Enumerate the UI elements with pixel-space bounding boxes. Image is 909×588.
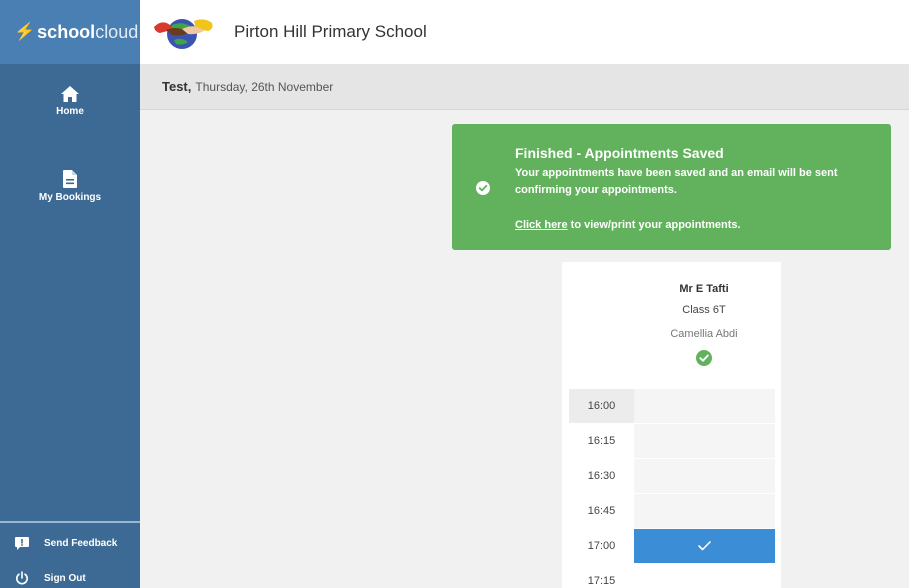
slot-time: 17:15 bbox=[587, 575, 616, 587]
send-feedback-label: Send Feedback bbox=[44, 538, 118, 549]
slot-time: 16:30 bbox=[587, 470, 616, 482]
success-alert: Finished - Appointments Saved Your appoi… bbox=[452, 124, 891, 250]
slot-cell[interactable] bbox=[634, 564, 775, 588]
child-name: Camellia Abdi bbox=[670, 328, 738, 340]
time-slot-row: 16:30 bbox=[569, 459, 775, 494]
time-slot-row: 16:15 bbox=[569, 424, 775, 459]
schedule-card: Mr E Tafti Class 6T Camellia Abdi 16:00 … bbox=[562, 262, 781, 588]
slot-cell[interactable] bbox=[634, 494, 775, 528]
check-circle-icon bbox=[476, 181, 490, 195]
sidebar: ⚡ school cloud Home My Bookings Send Feed… bbox=[0, 0, 140, 588]
bolt-icon: ⚡ bbox=[14, 22, 36, 41]
time-slot-row: 17:15 bbox=[569, 564, 775, 588]
schoolcloud-logo[interactable]: ⚡ school cloud bbox=[0, 0, 140, 64]
brand-text-school: school bbox=[37, 21, 96, 42]
nav-home[interactable]: Home bbox=[0, 86, 140, 117]
check-circle-icon bbox=[696, 350, 712, 366]
slot-cell[interactable] bbox=[634, 424, 775, 458]
event-name: Test, bbox=[162, 79, 192, 94]
slot-cell[interactable] bbox=[634, 389, 775, 423]
time-slot-row: 16:45 bbox=[569, 494, 775, 529]
time-slot-row: 16:00 bbox=[569, 389, 775, 424]
booked-slot-cell[interactable] bbox=[634, 529, 775, 563]
top-header: Pirton Hill Primary School bbox=[140, 0, 909, 64]
send-feedback-button[interactable]: Send Feedback bbox=[0, 537, 140, 550]
slot-time: 16:45 bbox=[587, 505, 616, 517]
school-name: Pirton Hill Primary School bbox=[234, 22, 427, 41]
event-header: Test, Thursday, 26th November bbox=[140, 64, 909, 110]
time-slot-list: 16:00 16:15 16:30 16:45 17:00 17:15 bbox=[569, 389, 775, 588]
alert-title: Finished - Appointments Saved bbox=[515, 145, 724, 161]
time-slot-row: 17:00 bbox=[569, 529, 775, 564]
slot-time: 16:00 bbox=[569, 389, 634, 423]
alert-link-suffix: to view/print your appointments. bbox=[567, 219, 741, 231]
slot-cell[interactable] bbox=[634, 459, 775, 493]
teacher-name: Mr E Tafti bbox=[679, 283, 729, 295]
school-logo bbox=[154, 19, 213, 49]
sign-out-button[interactable]: Sign Out bbox=[0, 571, 140, 585]
view-appointments-link[interactable]: Click here bbox=[515, 219, 568, 231]
home-icon bbox=[61, 86, 79, 102]
power-icon bbox=[16, 571, 28, 585]
document-icon bbox=[63, 170, 77, 188]
teacher-status bbox=[634, 350, 774, 366]
sidebar-divider bbox=[0, 521, 140, 523]
event-date: Thursday, 26th November bbox=[195, 79, 334, 94]
slot-time: 16:15 bbox=[587, 435, 616, 447]
teacher-class: Class 6T bbox=[682, 304, 726, 316]
nav-my-bookings[interactable]: My Bookings bbox=[0, 170, 140, 203]
alert-link-line: Click here to view/print your appointmen… bbox=[515, 219, 741, 231]
sign-out-label: Sign Out bbox=[44, 572, 86, 584]
checkmark-icon bbox=[698, 541, 711, 551]
slot-time: 17:00 bbox=[587, 540, 616, 552]
nav-bookings-label: My Bookings bbox=[38, 192, 102, 203]
nav-home-label: Home bbox=[56, 106, 84, 117]
alert-message: Your appointments have been saved and an… bbox=[515, 167, 838, 196]
brand-text-cloud: cloud bbox=[95, 21, 139, 42]
feedback-icon bbox=[15, 537, 29, 550]
